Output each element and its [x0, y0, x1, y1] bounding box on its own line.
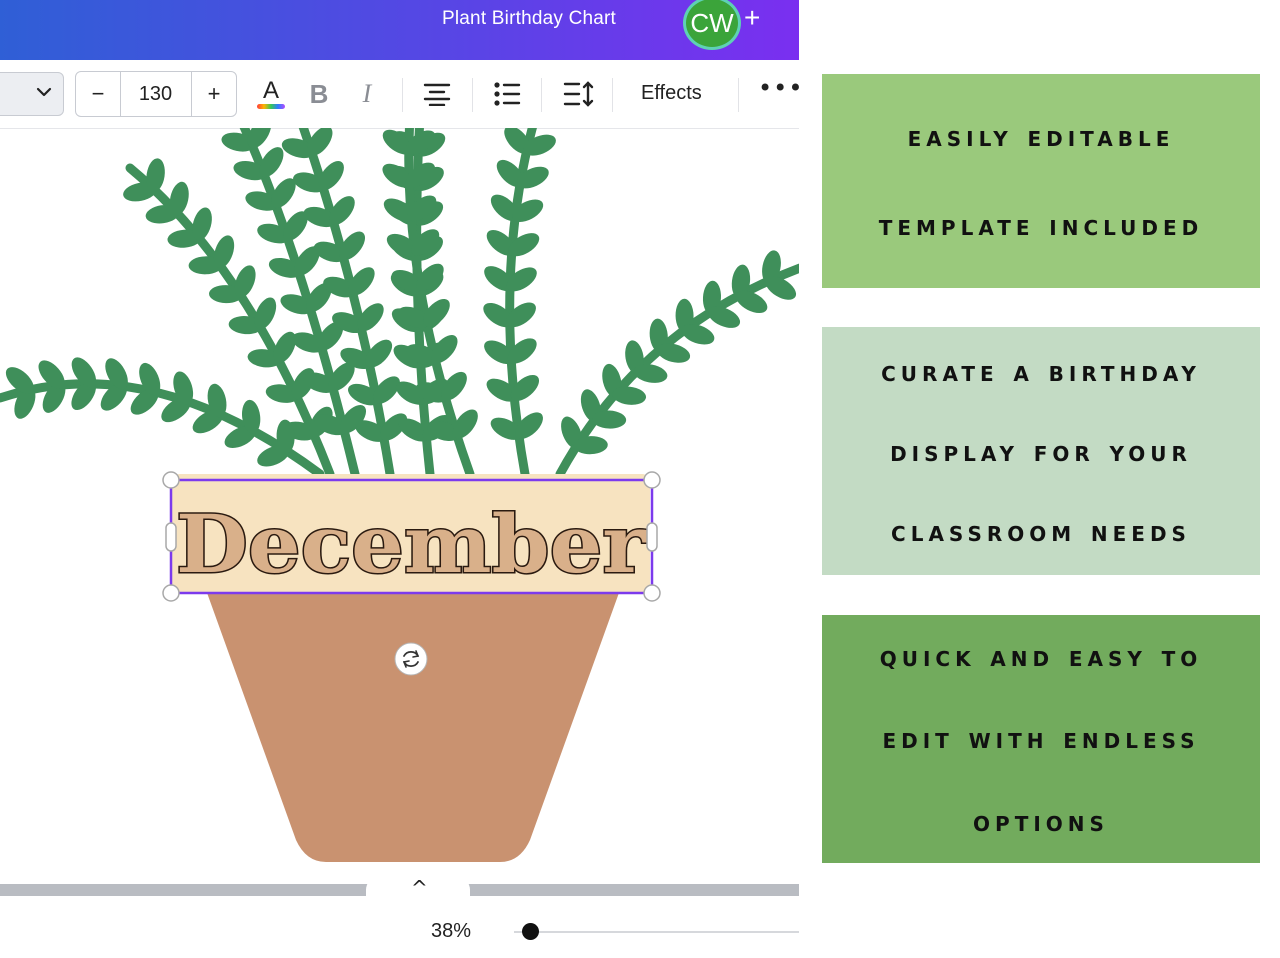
- font-size-stepper: − 130 +: [75, 71, 237, 117]
- promo-panel-curate: Curate a birthday display for your class…: [822, 327, 1260, 575]
- bullet-list-button[interactable]: [492, 74, 522, 114]
- promo-line: display for your: [890, 434, 1192, 468]
- zoom-slider-handle[interactable]: [522, 923, 539, 940]
- promo-line: classroom needs: [891, 514, 1191, 548]
- promo-line: options: [973, 805, 1109, 839]
- expand-pages-button[interactable]: ^: [366, 876, 470, 902]
- rotate-handle[interactable]: [394, 642, 428, 676]
- promo-line: Quick and easy to: [879, 639, 1203, 673]
- month-text[interactable]: December: [175, 496, 649, 593]
- collaborator-avatar[interactable]: CW: [683, 0, 741, 50]
- text-color-button[interactable]: A: [254, 74, 288, 114]
- document-title[interactable]: Plant Birthday Chart: [442, 8, 616, 30]
- toolbar-divider: [472, 78, 473, 112]
- svg-text:A: A: [263, 77, 279, 104]
- bullet-list-icon: [494, 82, 521, 106]
- effects-button[interactable]: Effects: [641, 82, 702, 105]
- editor-window: Plant Birthday Chart CW + − 130 + A B I …: [0, 0, 799, 958]
- font-family-dropdown[interactable]: [0, 72, 64, 116]
- line-spacing-button[interactable]: [562, 74, 594, 114]
- decrease-font-size-button[interactable]: −: [76, 72, 121, 116]
- italic-button[interactable]: I: [356, 74, 378, 114]
- line-spacing-icon: [563, 81, 594, 107]
- promo-line: edit with endless: [882, 722, 1200, 756]
- promo-line: Curate a birthday: [881, 354, 1201, 388]
- bold-button[interactable]: B: [306, 74, 332, 114]
- align-center-button[interactable]: [422, 74, 452, 114]
- font-size-input[interactable]: 130: [121, 72, 190, 116]
- promo-line: template included: [878, 209, 1204, 242]
- align-center-icon: [423, 83, 451, 106]
- toolbar-divider: [541, 78, 542, 112]
- design-canvas[interactable]: December: [0, 128, 799, 862]
- text-color-icon: A: [257, 77, 285, 109]
- toolbar-divider: [612, 78, 613, 112]
- increase-font-size-button[interactable]: +: [191, 72, 236, 116]
- toolbar-divider: [402, 78, 403, 112]
- promo-line: Easily editable: [907, 120, 1175, 153]
- add-collaborator-button[interactable]: +: [744, 2, 760, 34]
- plant-illustration: [0, 128, 799, 479]
- chevron-down-icon: [36, 87, 52, 97]
- pot-shape: [206, 590, 620, 862]
- zoom-slider-track[interactable]: [514, 931, 799, 933]
- text-toolbar: − 130 + A B I Effects •••: [0, 60, 799, 129]
- promo-panel-quick: Quick and easy to edit with endless opti…: [822, 615, 1260, 863]
- bottom-bar: ^ 38%: [0, 862, 799, 958]
- zoom-level-label[interactable]: 38%: [431, 920, 471, 943]
- chevron-up-icon: ^: [411, 876, 428, 900]
- toolbar-divider: [738, 78, 739, 112]
- more-options-button[interactable]: •••: [758, 74, 799, 102]
- top-bar: Plant Birthday Chart CW +: [0, 0, 799, 60]
- promo-panel-editable: Easily editable template included: [822, 74, 1260, 288]
- month-text-element[interactable]: December: [175, 496, 649, 593]
